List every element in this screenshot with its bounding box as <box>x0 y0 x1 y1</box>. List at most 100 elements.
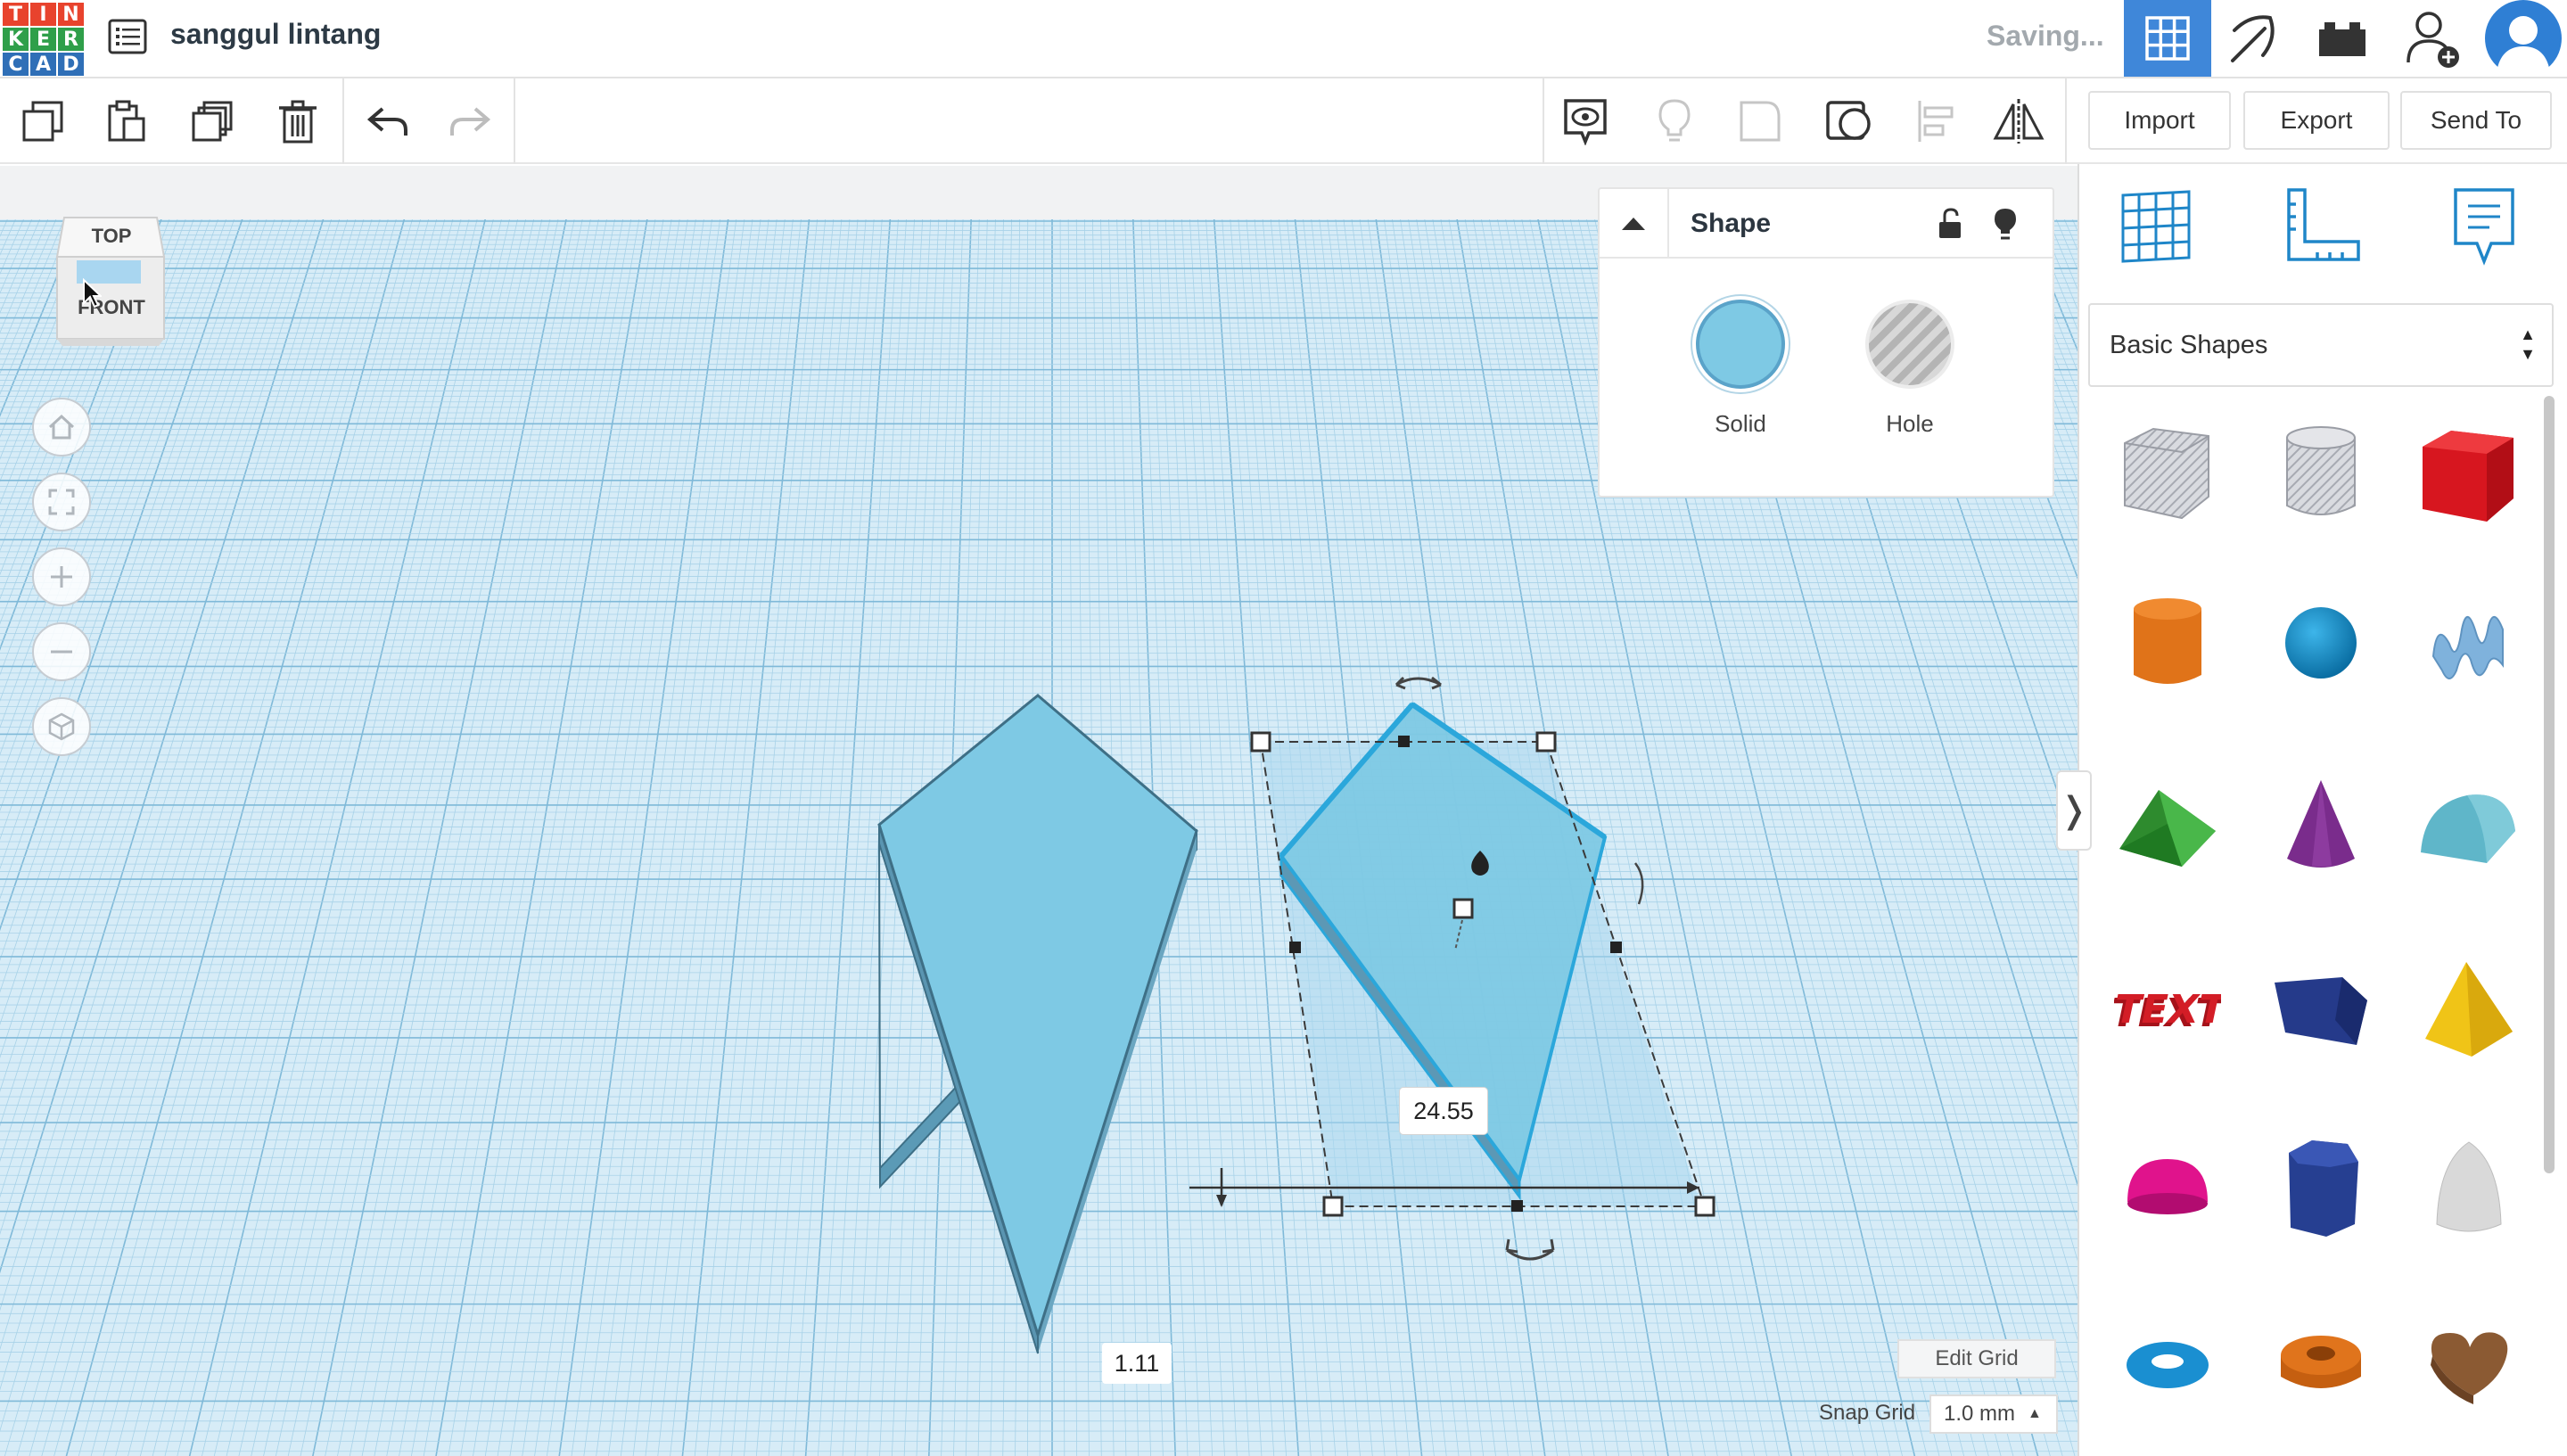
shape-cylinder-hole[interactable] <box>2254 407 2388 540</box>
redo-button[interactable] <box>437 87 505 155</box>
perspective-toggle-button[interactable] <box>32 697 91 756</box>
paste-button[interactable] <box>93 87 160 155</box>
group-button[interactable] <box>1726 87 1794 155</box>
shape-half-sphere[interactable] <box>2101 1122 2234 1255</box>
light-bulb-button[interactable] <box>1983 202 2028 246</box>
light-bulb-button[interactable] <box>1641 87 1708 155</box>
shape-category-select[interactable]: Basic Shapes ▲ ▼ <box>2088 303 2554 387</box>
solid-color-swatch[interactable] <box>1696 300 1785 389</box>
snap-grid-label: Snap Grid <box>1819 1401 1916 1425</box>
resize-handle[interactable] <box>1322 1196 1344 1217</box>
shape-polygon[interactable] <box>2254 1122 2388 1255</box>
svg-text:TEXT: TEXT <box>2114 987 2221 1032</box>
shape-cone[interactable] <box>2254 760 2388 893</box>
kite-shape-left[interactable] <box>877 694 1198 1354</box>
zoom-in-button[interactable] <box>32 547 91 606</box>
toolbar-divider <box>514 78 515 164</box>
edit-grid-button[interactable]: Edit Grid <box>1897 1339 2056 1378</box>
export-button[interactable]: Export <box>2243 91 2390 150</box>
edge-handle[interactable] <box>1289 942 1301 953</box>
align-icon <box>1918 101 1954 142</box>
shape-roof[interactable] <box>2101 760 2234 893</box>
shape-category-value: Basic Shapes <box>2110 330 2268 359</box>
mirror-button[interactable] <box>1985 87 2053 155</box>
ungroup-button[interactable] <box>1815 87 1883 155</box>
ruler-tool-button[interactable] <box>2279 182 2368 271</box>
grid-view-icon <box>2145 16 2190 61</box>
zoom-out-button[interactable] <box>32 622 91 681</box>
shape-wedge[interactable] <box>2254 943 2388 1077</box>
shape-inspector: Shape Solid Hole <box>1598 187 2054 498</box>
shape-torus[interactable] <box>2101 1298 2234 1432</box>
home-view-button[interactable] <box>32 398 91 457</box>
copy-button[interactable] <box>9 87 77 155</box>
design-title[interactable]: sanggul lintang <box>170 16 381 52</box>
inspector-collapse-button[interactable] <box>1600 189 1669 257</box>
panel-collapse-button[interactable]: ❭ <box>2056 770 2092 851</box>
text-3d-icon: TEXT TEXT <box>2114 987 2221 1035</box>
snap-grid-select[interactable]: 1.0 mm ▲ <box>1929 1394 2058 1434</box>
tinkercad-logo[interactable]: T I N K E R C A D <box>0 0 84 76</box>
offset-dimension-label[interactable]: 1.11 <box>1102 1343 1172 1384</box>
shape-paraboloid[interactable] <box>2402 1122 2536 1255</box>
shapes-scrollbar[interactable] <box>2544 396 2555 1173</box>
send-to-button[interactable]: Send To <box>2400 91 2552 150</box>
notes-eye-icon <box>1564 99 1607 145</box>
pyramid-icon <box>2425 962 2513 1057</box>
bricks-view-button[interactable] <box>2299 0 2386 77</box>
rotate-handle[interactable] <box>1633 862 1644 905</box>
home-icon <box>48 414 75 440</box>
clipboard-icon <box>108 100 145 142</box>
logo-letter: R <box>58 28 84 51</box>
view-cube-top-label[interactable]: TOP <box>52 225 171 248</box>
cube-icon <box>48 712 75 741</box>
align-button[interactable] <box>1903 87 1971 155</box>
shape-round-roof[interactable] <box>2402 760 2536 893</box>
shape-box-hole[interactable] <box>2101 407 2234 540</box>
shape-heart[interactable] <box>2402 1298 2536 1432</box>
width-dimension-label[interactable]: 24.55 <box>1400 1088 1487 1134</box>
resize-handle[interactable] <box>1535 731 1557 753</box>
resize-handle[interactable] <box>1250 731 1271 753</box>
half-sphere-icon <box>2127 1159 2208 1214</box>
import-button[interactable]: Import <box>2088 91 2231 150</box>
resize-handle[interactable] <box>1694 1196 1715 1217</box>
notes-tool-button[interactable] <box>2439 182 2529 271</box>
avatar[interactable] <box>2479 0 2567 77</box>
duplicate-icon <box>192 101 233 142</box>
light-bulb-icon <box>1995 209 2016 240</box>
shape-cylinder[interactable] <box>2101 576 2234 710</box>
view-cube-front-label[interactable]: FRONT <box>52 296 171 319</box>
cylinder-icon <box>2134 598 2201 684</box>
pickaxe-view-button[interactable] <box>2211 0 2299 77</box>
unlock-icon <box>1939 208 1961 238</box>
shape-pyramid[interactable] <box>2402 943 2536 1077</box>
3d-design-view-button[interactable] <box>2124 0 2211 77</box>
edge-handle[interactable] <box>1511 1200 1523 1212</box>
add-user-button[interactable] <box>2390 0 2477 77</box>
workplane-tool-button[interactable] <box>2111 182 2201 271</box>
height-handle[interactable] <box>1452 898 1474 919</box>
fit-view-button[interactable] <box>32 473 91 531</box>
fit-view-icon <box>48 489 75 515</box>
shape-scribble[interactable] <box>2402 576 2536 710</box>
design-list-icon[interactable] <box>105 14 150 59</box>
hole-swatch[interactable] <box>1865 300 1954 389</box>
shape-tube[interactable] <box>2254 1298 2388 1432</box>
undo-button[interactable] <box>353 87 421 155</box>
undo-icon <box>366 107 407 136</box>
shape-text[interactable]: TEXT TEXT <box>2101 943 2234 1077</box>
copy-icon <box>22 101 63 142</box>
shape-library: TEXT TEXT <box>2088 407 2552 1456</box>
workplane[interactable]: 24.55 1.11 TOP FRONT Shape Solid Hole Ed… <box>0 166 2077 1456</box>
edge-handle[interactable] <box>1398 736 1410 747</box>
view-cube[interactable]: TOP FRONT <box>52 207 171 350</box>
duplicate-button[interactable] <box>178 87 246 155</box>
delete-button[interactable] <box>264 87 332 155</box>
shape-sphere[interactable] <box>2254 576 2388 710</box>
notes-button[interactable] <box>1551 87 1619 155</box>
edge-handle[interactable] <box>1610 942 1622 953</box>
shape-box[interactable] <box>2402 407 2536 540</box>
lock-button[interactable] <box>1928 202 1972 246</box>
redo-icon <box>450 107 491 136</box>
